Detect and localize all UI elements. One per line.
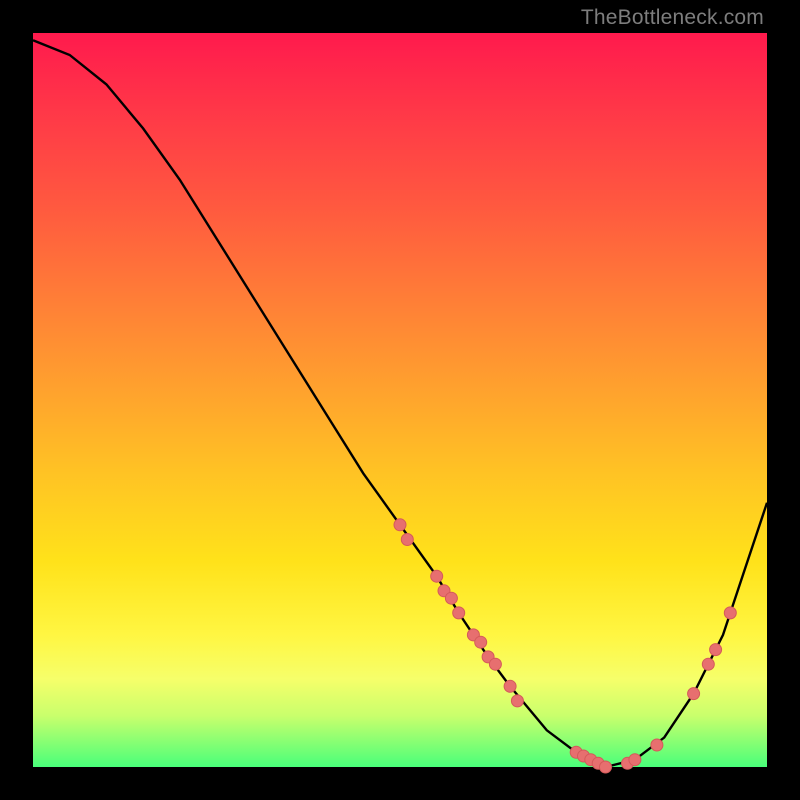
data-dot bbox=[453, 607, 465, 619]
data-dot bbox=[724, 607, 736, 619]
chart-frame: TheBottleneck.com bbox=[0, 0, 800, 800]
plot-area bbox=[33, 33, 767, 767]
data-dot bbox=[431, 570, 443, 582]
data-dot bbox=[475, 636, 487, 648]
chart-svg bbox=[33, 33, 767, 767]
data-dot bbox=[401, 534, 413, 546]
data-dot bbox=[445, 592, 457, 604]
data-dot bbox=[710, 644, 722, 656]
watermark-text: TheBottleneck.com bbox=[581, 6, 764, 30]
bottleneck-curve bbox=[33, 40, 767, 767]
data-dot bbox=[651, 739, 663, 751]
data-dot bbox=[504, 680, 516, 692]
data-dot bbox=[629, 754, 641, 766]
data-dot bbox=[489, 658, 501, 670]
data-dot bbox=[394, 519, 406, 531]
data-dots bbox=[394, 519, 736, 773]
data-dot bbox=[702, 658, 714, 670]
data-dot bbox=[688, 688, 700, 700]
data-dot bbox=[600, 761, 612, 773]
data-dot bbox=[511, 695, 523, 707]
